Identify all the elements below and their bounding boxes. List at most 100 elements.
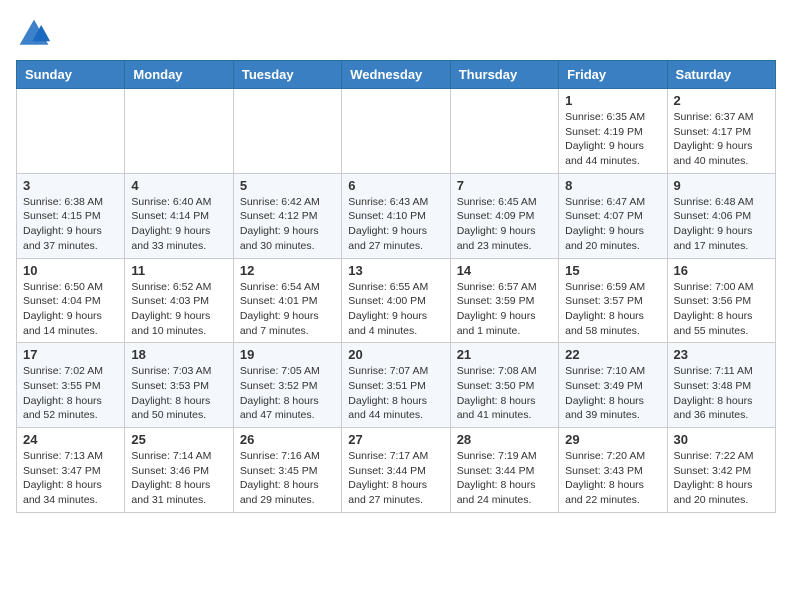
day-number: 21 <box>457 347 552 362</box>
calendar-cell: 24Sunrise: 7:13 AM Sunset: 3:47 PM Dayli… <box>17 428 125 513</box>
day-number: 19 <box>240 347 335 362</box>
calendar-header-thursday: Thursday <box>450 61 558 89</box>
day-detail: Sunrise: 6:57 AM Sunset: 3:59 PM Dayligh… <box>457 280 552 339</box>
day-detail: Sunrise: 6:47 AM Sunset: 4:07 PM Dayligh… <box>565 195 660 254</box>
day-number: 22 <box>565 347 660 362</box>
calendar-header-tuesday: Tuesday <box>233 61 341 89</box>
day-number: 30 <box>674 432 769 447</box>
calendar-header-friday: Friday <box>559 61 667 89</box>
calendar-cell <box>233 89 341 174</box>
calendar-cell: 5 Sunrise: 6:42 AM Sunset: 4:12 PM Daylig… <box>233 173 341 258</box>
day-number: 4 <box>131 178 226 193</box>
calendar-cell: 12 Sunrise: 6:54 AM Sunset: 4:01 PM Dayli… <box>233 258 341 343</box>
day-detail: Sunrise: 6:38 AM Sunset: 4:15 PM Dayligh… <box>23 195 118 254</box>
day-detail: Sunrise: 7:13 AM Sunset: 3:47 PM Dayligh… <box>23 449 118 508</box>
day-detail: Sunrise: 7:05 AM Sunset: 3:52 PM Dayligh… <box>240 364 335 423</box>
calendar-header-wednesday: Wednesday <box>342 61 450 89</box>
calendar-cell <box>450 89 558 174</box>
day-detail: Sunrise: 6:50 AM Sunset: 4:04 PM Dayligh… <box>23 280 118 339</box>
calendar-header-sunday: Sunday <box>17 61 125 89</box>
calendar-cell <box>17 89 125 174</box>
day-detail: Sunrise: 6:54 AM Sunset: 4:01 PM Dayligh… <box>240 280 335 339</box>
calendar-cell <box>125 89 233 174</box>
calendar-cell: 16 Sunrise: 7:00 AM Sunset: 3:56 PM Dayli… <box>667 258 775 343</box>
day-number: 12 <box>240 263 335 278</box>
day-detail: Sunrise: 6:42 AM Sunset: 4:12 PM Dayligh… <box>240 195 335 254</box>
calendar-cell: 22 Sunrise: 7:10 AM Sunset: 3:49 PM Dayli… <box>559 343 667 428</box>
calendar-cell: 18 Sunrise: 7:03 AM Sunset: 3:53 PM Dayli… <box>125 343 233 428</box>
logo-icon <box>16 16 52 52</box>
day-number: 26 <box>240 432 335 447</box>
day-number: 1 <box>565 93 660 108</box>
calendar-week-row: 24Sunrise: 7:13 AM Sunset: 3:47 PM Dayli… <box>17 428 776 513</box>
day-detail: Sunrise: 6:37 AM Sunset: 4:17 PM Dayligh… <box>674 110 769 169</box>
day-number: 8 <box>565 178 660 193</box>
day-number: 20 <box>348 347 443 362</box>
day-number: 2 <box>674 93 769 108</box>
calendar-cell: 20 Sunrise: 7:07 AM Sunset: 3:51 PM Dayli… <box>342 343 450 428</box>
day-number: 29 <box>565 432 660 447</box>
day-number: 15 <box>565 263 660 278</box>
calendar-cell: 13Sunrise: 6:55 AM Sunset: 4:00 PM Dayli… <box>342 258 450 343</box>
day-number: 3 <box>23 178 118 193</box>
day-detail: Sunrise: 6:59 AM Sunset: 3:57 PM Dayligh… <box>565 280 660 339</box>
calendar-cell: 9 Sunrise: 6:48 AM Sunset: 4:06 PM Daylig… <box>667 173 775 258</box>
calendar-header-saturday: Saturday <box>667 61 775 89</box>
day-number: 13 <box>348 263 443 278</box>
day-number: 9 <box>674 178 769 193</box>
calendar-cell: 30Sunrise: 7:22 AM Sunset: 3:42 PM Dayli… <box>667 428 775 513</box>
calendar-cell: 3 Sunrise: 6:38 AM Sunset: 4:15 PM Daylig… <box>17 173 125 258</box>
day-detail: Sunrise: 7:10 AM Sunset: 3:49 PM Dayligh… <box>565 364 660 423</box>
day-detail: Sunrise: 6:45 AM Sunset: 4:09 PM Dayligh… <box>457 195 552 254</box>
calendar-cell: 17Sunrise: 7:02 AM Sunset: 3:55 PM Dayli… <box>17 343 125 428</box>
day-detail: Sunrise: 6:40 AM Sunset: 4:14 PM Dayligh… <box>131 195 226 254</box>
day-number: 27 <box>348 432 443 447</box>
day-detail: Sunrise: 7:19 AM Sunset: 3:44 PM Dayligh… <box>457 449 552 508</box>
day-number: 25 <box>131 432 226 447</box>
day-detail: Sunrise: 7:07 AM Sunset: 3:51 PM Dayligh… <box>348 364 443 423</box>
calendar-cell: 4 Sunrise: 6:40 AM Sunset: 4:14 PM Daylig… <box>125 173 233 258</box>
day-detail: Sunrise: 7:02 AM Sunset: 3:55 PM Dayligh… <box>23 364 118 423</box>
calendar-cell: 8 Sunrise: 6:47 AM Sunset: 4:07 PM Daylig… <box>559 173 667 258</box>
calendar-cell: 15 Sunrise: 6:59 AM Sunset: 3:57 PM Dayli… <box>559 258 667 343</box>
day-detail: Sunrise: 6:52 AM Sunset: 4:03 PM Dayligh… <box>131 280 226 339</box>
logo <box>16 16 56 52</box>
day-detail: Sunrise: 7:14 AM Sunset: 3:46 PM Dayligh… <box>131 449 226 508</box>
day-detail: Sunrise: 7:03 AM Sunset: 3:53 PM Dayligh… <box>131 364 226 423</box>
calendar-cell: 14 Sunrise: 6:57 AM Sunset: 3:59 PM Dayli… <box>450 258 558 343</box>
day-number: 6 <box>348 178 443 193</box>
calendar-cell: 27 Sunrise: 7:17 AM Sunset: 3:44 PM Dayli… <box>342 428 450 513</box>
calendar-cell: 29 Sunrise: 7:20 AM Sunset: 3:43 PM Dayli… <box>559 428 667 513</box>
day-detail: Sunrise: 7:20 AM Sunset: 3:43 PM Dayligh… <box>565 449 660 508</box>
calendar-cell: 28Sunrise: 7:19 AM Sunset: 3:44 PM Dayli… <box>450 428 558 513</box>
day-number: 10 <box>23 263 118 278</box>
calendar-cell: 6 Sunrise: 6:43 AM Sunset: 4:10 PM Daylig… <box>342 173 450 258</box>
calendar-header-monday: Monday <box>125 61 233 89</box>
calendar-week-row: 17Sunrise: 7:02 AM Sunset: 3:55 PM Dayli… <box>17 343 776 428</box>
day-number: 5 <box>240 178 335 193</box>
day-detail: Sunrise: 6:48 AM Sunset: 4:06 PM Dayligh… <box>674 195 769 254</box>
day-number: 18 <box>131 347 226 362</box>
calendar-cell: 7Sunrise: 6:45 AM Sunset: 4:09 PM Daylig… <box>450 173 558 258</box>
day-detail: Sunrise: 7:08 AM Sunset: 3:50 PM Dayligh… <box>457 364 552 423</box>
calendar-week-row: 3 Sunrise: 6:38 AM Sunset: 4:15 PM Daylig… <box>17 173 776 258</box>
calendar-cell: 19 Sunrise: 7:05 AM Sunset: 3:52 PM Dayli… <box>233 343 341 428</box>
calendar-cell: 1 Sunrise: 6:35 AM Sunset: 4:19 PM Daylig… <box>559 89 667 174</box>
day-detail: Sunrise: 7:16 AM Sunset: 3:45 PM Dayligh… <box>240 449 335 508</box>
calendar-header-row: SundayMondayTuesdayWednesdayThursdayFrid… <box>17 61 776 89</box>
day-detail: Sunrise: 6:35 AM Sunset: 4:19 PM Dayligh… <box>565 110 660 169</box>
calendar-cell: 25 Sunrise: 7:14 AM Sunset: 3:46 PM Dayli… <box>125 428 233 513</box>
page-header <box>16 16 776 52</box>
calendar-cell: 11Sunrise: 6:52 AM Sunset: 4:03 PM Dayli… <box>125 258 233 343</box>
calendar-cell: 10 Sunrise: 6:50 AM Sunset: 4:04 PM Dayli… <box>17 258 125 343</box>
day-detail: Sunrise: 7:17 AM Sunset: 3:44 PM Dayligh… <box>348 449 443 508</box>
day-number: 14 <box>457 263 552 278</box>
day-detail: Sunrise: 7:11 AM Sunset: 3:48 PM Dayligh… <box>674 364 769 423</box>
calendar-cell: 26 Sunrise: 7:16 AM Sunset: 3:45 PM Dayli… <box>233 428 341 513</box>
day-detail: Sunrise: 6:43 AM Sunset: 4:10 PM Dayligh… <box>348 195 443 254</box>
calendar-cell: 2 Sunrise: 6:37 AM Sunset: 4:17 PM Daylig… <box>667 89 775 174</box>
calendar-week-row: 10 Sunrise: 6:50 AM Sunset: 4:04 PM Dayli… <box>17 258 776 343</box>
day-detail: Sunrise: 7:00 AM Sunset: 3:56 PM Dayligh… <box>674 280 769 339</box>
day-number: 23 <box>674 347 769 362</box>
day-number: 16 <box>674 263 769 278</box>
